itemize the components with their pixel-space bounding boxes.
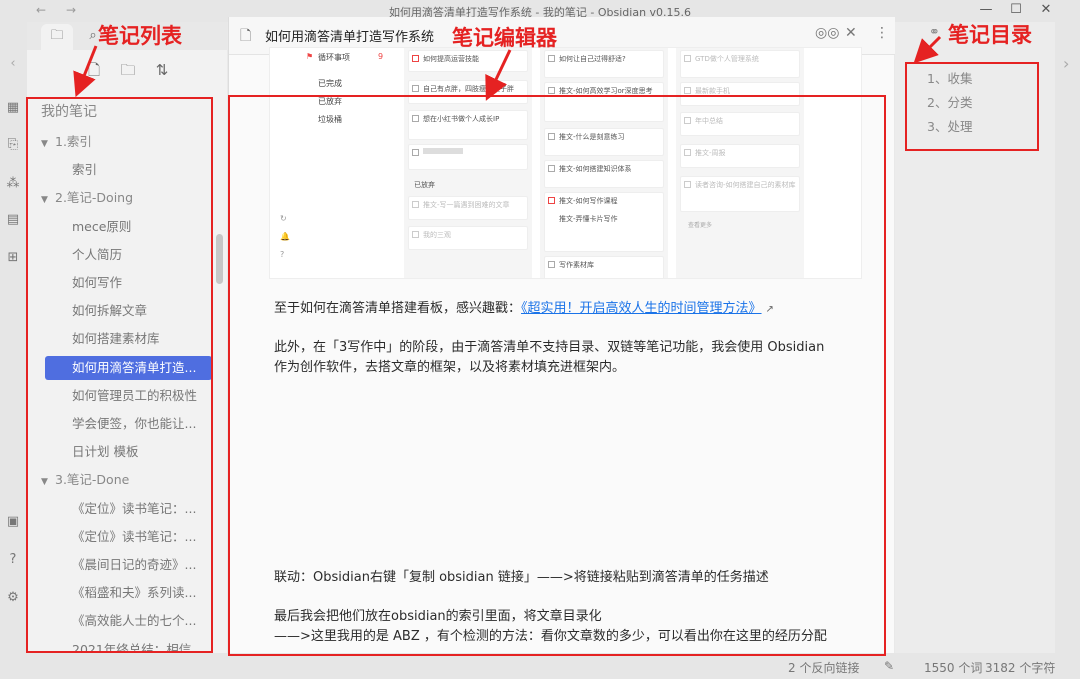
document-icon: 🗋: [240, 28, 252, 44]
status-bar: 2 个反向链接 ✎ 1550 个词 3182 个字符: [0, 653, 1080, 679]
embedded-nav-item: 已完成: [318, 79, 342, 88]
right-collapse-strip: ›: [1055, 22, 1080, 653]
new-note-icon[interactable]: 🗋: [77, 60, 111, 85]
maximize-button[interactable]: ☐: [1006, 2, 1026, 17]
chevron-left-icon[interactable]: ‹: [5, 56, 21, 72]
plugins-icon[interactable]: ⊞: [5, 250, 21, 266]
char-count: 3182 个字符: [985, 661, 1056, 675]
sort-icon[interactable]: ⇅: [145, 61, 179, 79]
word-count: 1550 个词: [924, 661, 983, 675]
edit-pencil-icon[interactable]: ✎: [884, 659, 894, 673]
help-icon[interactable]: ?: [5, 552, 21, 568]
calendar-icon[interactable]: ▦: [5, 100, 21, 116]
close-button[interactable]: ✕: [1036, 2, 1056, 17]
cards-icon[interactable]: ▤: [5, 212, 21, 228]
annotation-label-editor: 笔记编辑器: [452, 26, 557, 50]
sidebar-scrollbar[interactable]: [216, 234, 223, 284]
kanban-card: 如何提高运营技能: [408, 50, 528, 72]
settings-gear-icon[interactable]: ⚙: [5, 590, 21, 606]
kanban-card: GTD做个人管理系统: [680, 50, 800, 78]
annotation-label-file-list: 笔记列表: [98, 24, 182, 48]
folder-tab-icon[interactable]: 🗀: [41, 24, 73, 50]
annotation-box-outline: [905, 62, 1039, 151]
embedded-nav-count: 9: [378, 52, 384, 61]
kanban-card: 如何让自己过得舒适?: [544, 50, 664, 78]
explorer-actions: 🗋 🗀 ⇅: [77, 60, 179, 85]
minimize-button[interactable]: —: [976, 2, 996, 17]
flag-icon: ⚑: [306, 52, 314, 61]
more-options-icon[interactable]: ⋮: [875, 25, 889, 41]
annotation-box-editor: [228, 95, 886, 656]
chevron-right-icon[interactable]: ›: [1063, 54, 1069, 73]
file-search-icon[interactable]: ⎘: [5, 137, 21, 153]
backlinks-count[interactable]: 2 个反向链接: [788, 659, 859, 676]
left-ribbon: ‹ ▦ ⎘ ⁂ ▤ ⊞ ▣ ? ⚙: [0, 22, 27, 653]
annotation-box-file-list: [26, 97, 213, 653]
note-tab-title[interactable]: 如何用滴答清单打造写作系统: [265, 26, 434, 45]
close-tab-icon[interactable]: ✕: [845, 25, 857, 41]
embedded-nav-item: 循环事项: [318, 53, 350, 62]
reading-view-icon[interactable]: ◎◎: [815, 25, 839, 41]
link-icon[interactable]: ⚭: [929, 25, 940, 40]
annotation-label-outline: 笔记目录: [948, 23, 1032, 47]
new-folder-icon[interactable]: 🗀: [111, 60, 145, 85]
vault-icon[interactable]: ▣: [5, 514, 21, 530]
graph-view-icon[interactable]: ⁂: [5, 176, 21, 192]
